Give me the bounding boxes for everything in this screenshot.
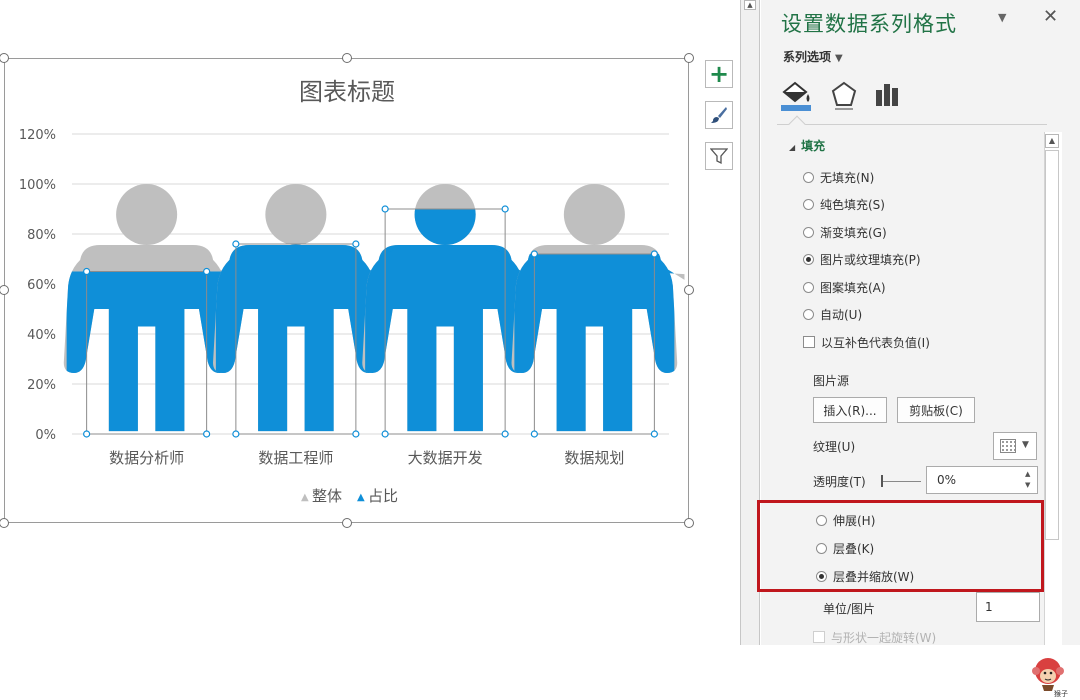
fill-label-0: 无填充(N): [820, 170, 875, 185]
pane-scroll-thumb[interactable]: [1045, 150, 1059, 540]
legend-ratio-label[interactable]: 占比: [368, 487, 398, 505]
fill-option-4[interactable]: 图案填充(A): [803, 278, 886, 296]
fill-radio-4[interactable]: [803, 281, 814, 293]
category-label-2: 大数据开发: [408, 449, 483, 467]
fill-radio-1[interactable]: [803, 199, 814, 210]
section-fill-header[interactable]: ◢ 填充: [789, 137, 825, 154]
rotate-with-shape-row[interactable]: 与形状一起旋转(W): [813, 628, 936, 646]
fill-label-3: 图片或纹理填充(P): [820, 253, 921, 267]
person-ratio-2[interactable]: [362, 184, 535, 432]
close-icon[interactable]: ✕: [1043, 6, 1058, 27]
pane-title: 设置数据系列格式: [781, 12, 957, 36]
selection-handle-0-0[interactable]: [83, 267, 91, 276]
fill-option-3[interactable]: 图片或纹理填充(P): [803, 251, 921, 269]
fill-label-4: 图案填充(A): [820, 280, 886, 295]
selection-handle-1-3[interactable]: [352, 430, 360, 438]
chart-filters-button[interactable]: [705, 142, 733, 170]
chart-title: 图表标题: [299, 78, 395, 106]
y-tick-label-4: 80%: [27, 228, 56, 243]
rotate-with-shape-label: 与形状一起旋转(W): [831, 630, 937, 645]
y-tick-label-1: 20%: [27, 378, 56, 393]
texture-label: 纹理(U): [813, 440, 856, 454]
legend-overall-label[interactable]: 整体: [312, 487, 342, 505]
chevron-down-icon: ▼: [835, 53, 843, 64]
plus-icon: +: [708, 60, 730, 88]
transparency-label: 透明度(T): [813, 475, 866, 489]
section-fill-label: 填充: [801, 139, 826, 153]
invert-negative-checkbox-row[interactable]: 以互补色代表负值(I): [803, 333, 930, 351]
fill-option-5[interactable]: 自动(U): [803, 306, 862, 324]
fill-option-2[interactable]: 渐变填充(G): [803, 223, 887, 241]
invert-negative-label: 以互补色代表负值(I): [821, 335, 930, 350]
selection-handle-3-3[interactable]: [650, 430, 658, 438]
scroll-up-arrow-icon[interactable]: ▲: [744, 0, 756, 10]
pane-scroll-up-icon[interactable]: ▲: [1045, 134, 1059, 148]
texture-swatch-icon: [1000, 439, 1016, 453]
fill-radio-2[interactable]: [803, 226, 814, 238]
pictograph-chart: 图表标题 0% 20% 40% 60% 80% 100% 120% 数据分析师 数据工程师 大数据…: [19, 78, 685, 505]
invert-negative-checkbox[interactable]: [803, 336, 815, 348]
logo-text: 猴子: [1054, 689, 1068, 698]
rotate-with-shape-checkbox[interactable]: [813, 631, 825, 643]
y-tick-label-6: 120%: [19, 128, 56, 143]
selection-handle-1-1[interactable]: [352, 240, 360, 248]
tab-divider: [777, 124, 1047, 125]
selection-handle-2-3[interactable]: [501, 430, 509, 438]
selection-handle-3-0[interactable]: [530, 250, 538, 258]
y-tick-label-2: 40%: [27, 328, 56, 343]
filter-icon: [710, 148, 728, 165]
unit-per-picture-input[interactable]: 1: [976, 592, 1040, 622]
fill-option-0[interactable]: 无填充(N): [803, 168, 874, 186]
selection-handle-3-2[interactable]: [530, 430, 538, 438]
effects-tab-icon[interactable]: [827, 80, 861, 112]
pane-options-dropdown-icon[interactable]: ▼: [998, 11, 1006, 24]
unit-per-picture-label: 单位/图片: [823, 602, 876, 616]
selection-handle-1-2[interactable]: [232, 430, 240, 438]
monkey-logo: 猴子: [1032, 658, 1068, 698]
series-options-menu[interactable]: 系列选项 ▼: [783, 48, 843, 65]
selection-handle-2-2[interactable]: [381, 430, 389, 438]
legend-ratio-icon: ▲: [357, 492, 365, 503]
series-options-label: 系列选项: [783, 50, 832, 64]
selection-handle-0-2[interactable]: [83, 430, 91, 438]
transparency-spinner-icon[interactable]: ▲ ▼: [1025, 469, 1030, 491]
y-tick-label-3: 60%: [27, 278, 56, 293]
selection-handle-0-1[interactable]: [203, 267, 211, 276]
selection-handle-1-0[interactable]: [232, 240, 240, 248]
picture-source-label: 图片源: [813, 374, 850, 388]
insert-picture-button[interactable]: 插入(R)...: [813, 397, 887, 423]
category-label-0: 数据分析师: [109, 449, 184, 467]
y-tick-label-5: 100%: [19, 178, 56, 193]
legend-overall-icon: ▲: [301, 492, 309, 503]
fill-label-2: 渐变填充(G): [820, 225, 887, 240]
transparency-slider-track[interactable]: [881, 481, 921, 482]
fill-option-1[interactable]: 纯色填充(S): [803, 196, 885, 214]
fill-line-tab-icon[interactable]: [780, 80, 814, 112]
transparency-slider-thumb[interactable]: [881, 475, 883, 487]
transparency-input[interactable]: 0%: [926, 466, 1038, 494]
selection-handle-2-0[interactable]: [381, 205, 389, 213]
texture-picker-button[interactable]: ▼: [993, 432, 1037, 460]
selection-handle-0-3[interactable]: [203, 430, 211, 438]
fill-radio-3[interactable]: [803, 254, 814, 265]
selection-handle-3-1[interactable]: [650, 250, 658, 258]
fill-radio-0[interactable]: [803, 171, 814, 183]
series-options-tab-icon[interactable]: [871, 80, 905, 112]
active-tab-pointer: [788, 115, 806, 133]
selection-handle-2-1[interactable]: [501, 205, 509, 213]
clipboard-button[interactable]: 剪贴板(C): [897, 397, 975, 423]
highlight-annotation-box: [757, 500, 1044, 592]
add-chart-element-button[interactable]: +: [705, 60, 733, 88]
chevron-down-icon: ▼: [1022, 440, 1029, 450]
brush-icon: [711, 107, 727, 123]
category-label-3: 数据规划: [564, 449, 624, 467]
collapse-triangle-icon: ◢: [789, 143, 796, 152]
fill-radio-5[interactable]: [803, 309, 814, 320]
fill-label-1: 纯色填充(S): [820, 198, 885, 212]
fill-label-5: 自动(U): [820, 308, 863, 322]
category-label-1: 数据工程师: [258, 449, 333, 467]
chart-styles-button[interactable]: [705, 101, 733, 129]
y-tick-label-0: 0%: [35, 428, 56, 443]
